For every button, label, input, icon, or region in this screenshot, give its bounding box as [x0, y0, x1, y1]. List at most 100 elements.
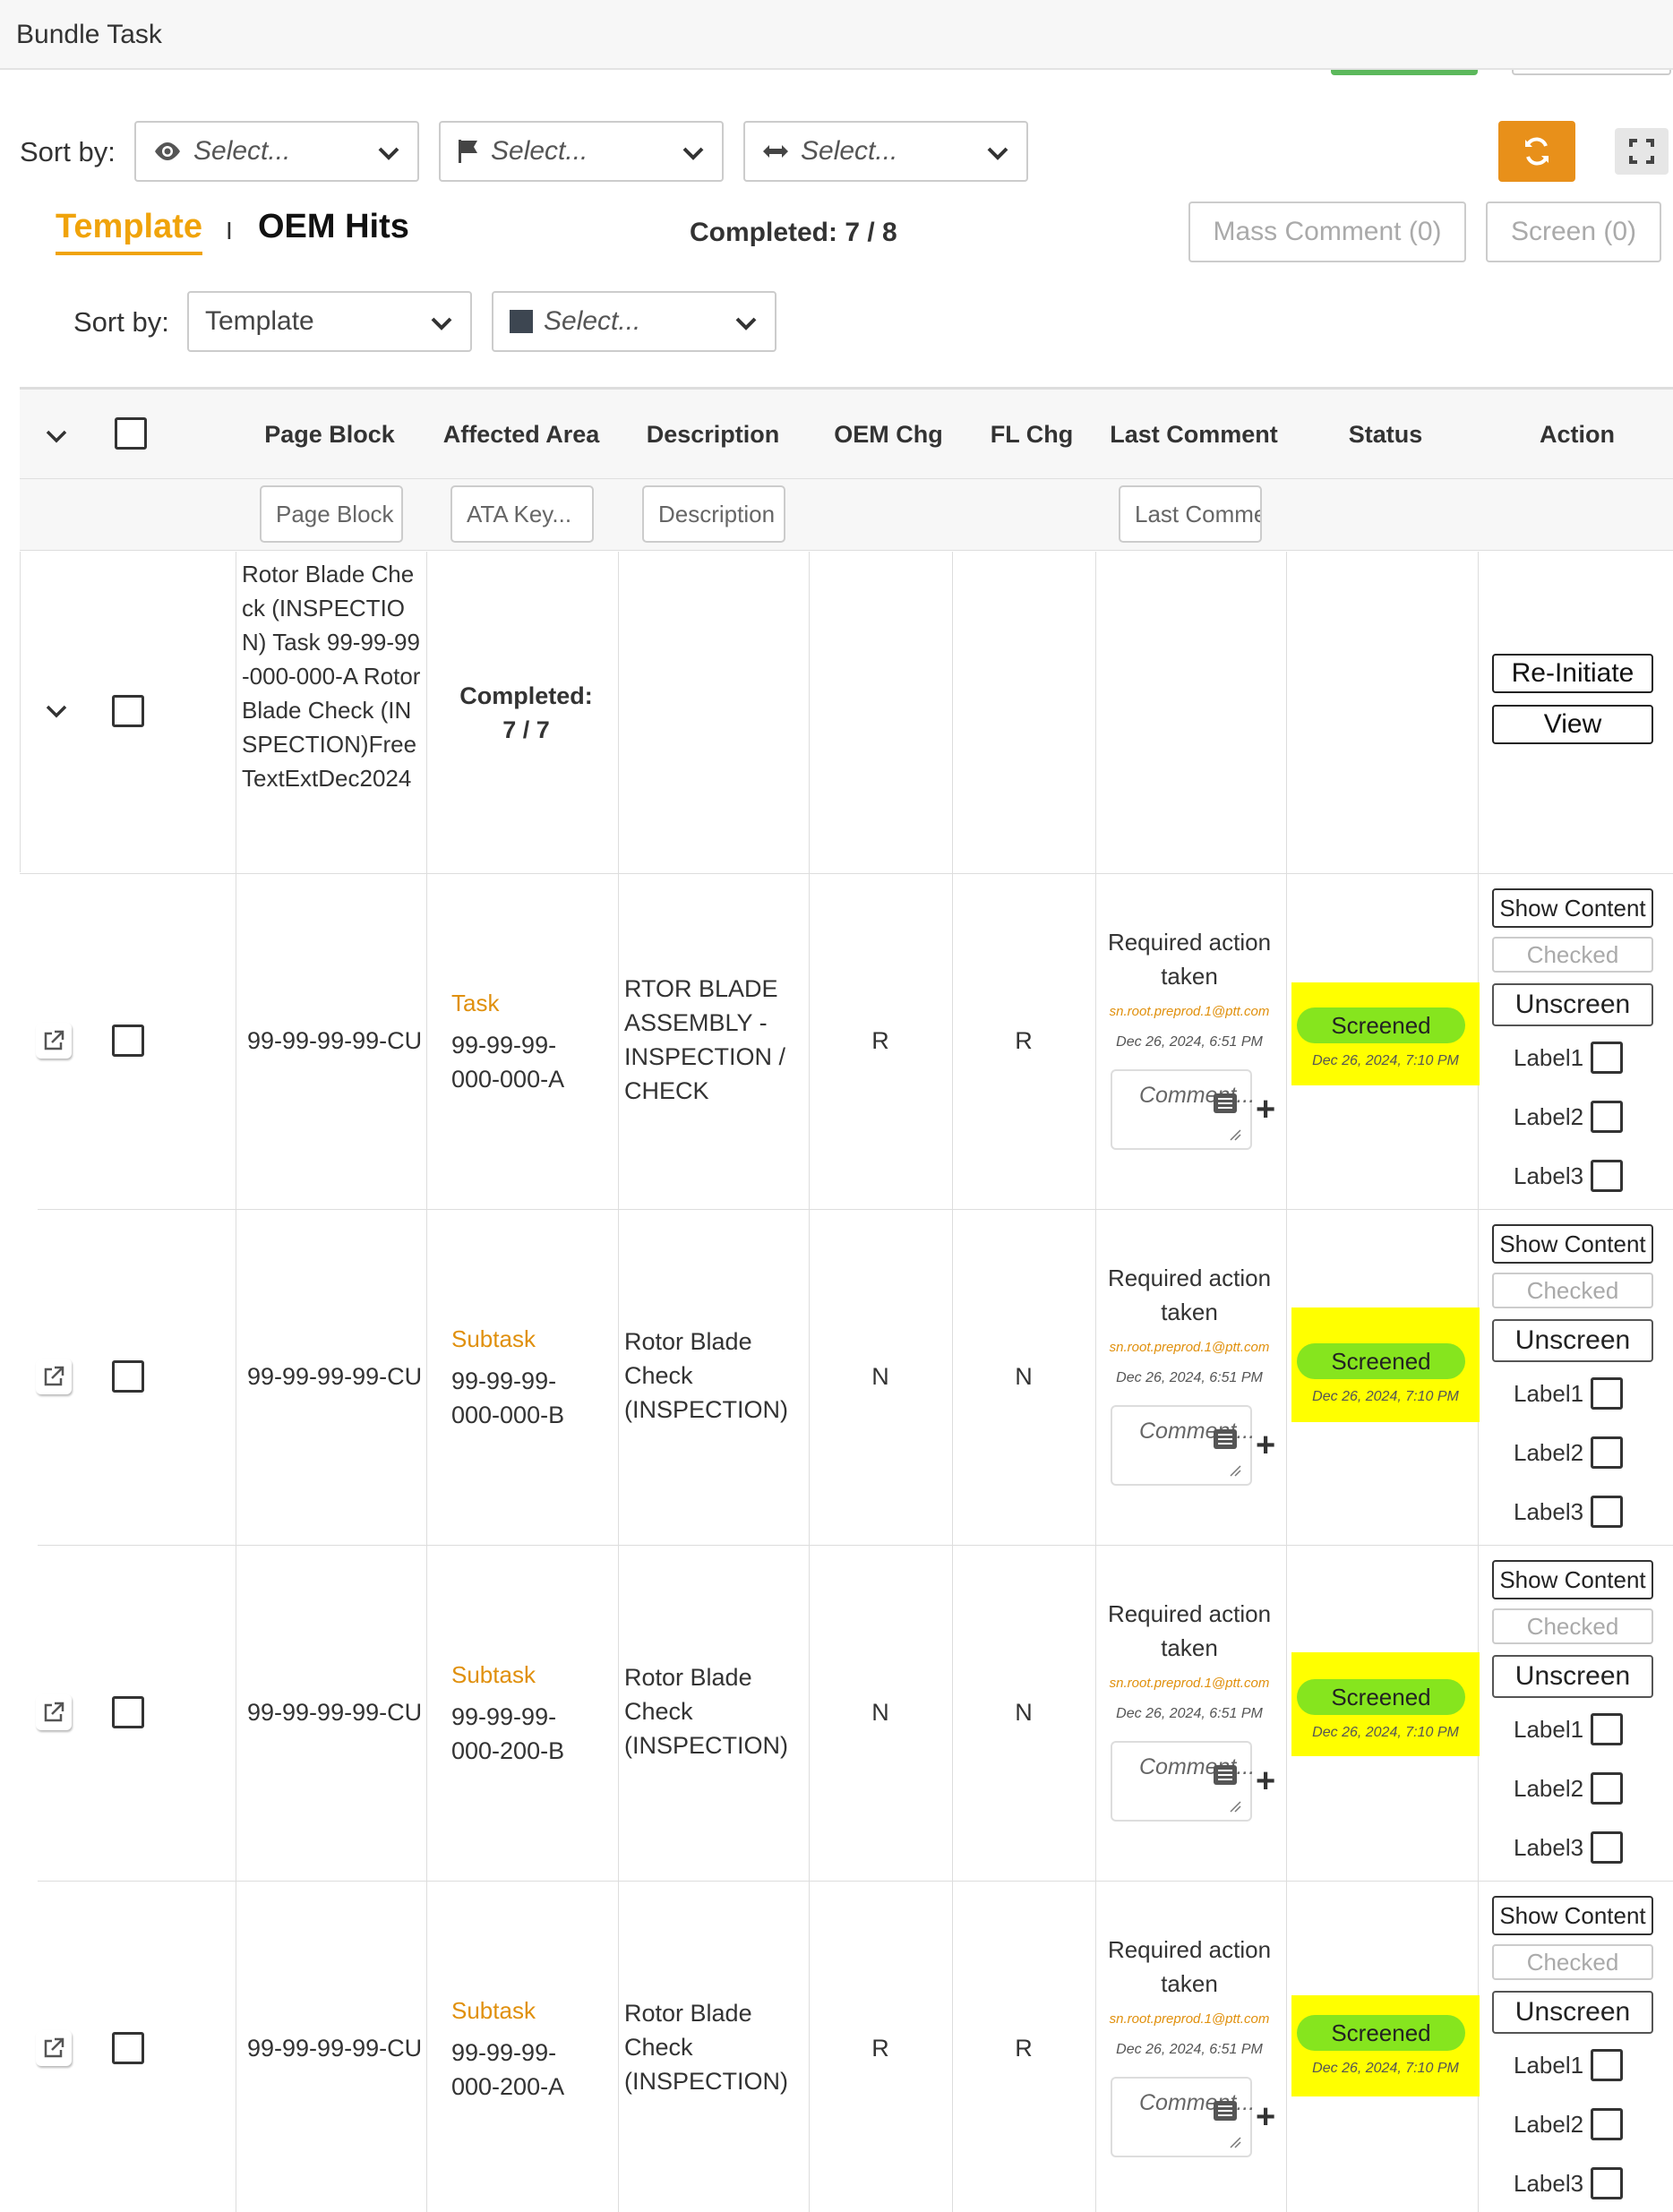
label3-checkbox[interactable]	[1591, 2167, 1623, 2199]
partial-outline-button[interactable]	[1512, 70, 1671, 75]
tab-template[interactable]: Template	[56, 208, 203, 255]
row-checkbox[interactable]	[112, 1696, 144, 1728]
open-external-icon[interactable]	[36, 2030, 72, 2066]
ata-key-filter[interactable]: ATA Key...	[450, 485, 594, 543]
unscreen-button[interactable]: Unscreen	[1492, 1319, 1653, 1362]
add-comment-icon[interactable]: +	[1256, 2098, 1275, 2137]
visibility-select[interactable]: Select...	[134, 121, 419, 182]
label1-checkbox[interactable]	[1591, 1377, 1623, 1410]
refresh-button[interactable]	[1498, 121, 1575, 182]
square-select-placeholder: Select...	[544, 306, 641, 336]
fullscreen-icon	[1629, 139, 1654, 164]
fl-chg-cell: N	[1015, 1699, 1033, 1726]
select-all-checkbox[interactable]	[115, 417, 147, 450]
square-icon	[510, 310, 533, 333]
fl-chg-cell: N	[1015, 1363, 1033, 1390]
description-cell: Rotor Blade Check (INSPECTION)	[624, 1328, 789, 1423]
label3-checkbox[interactable]	[1591, 1160, 1623, 1192]
label1-text: Label1	[1514, 1380, 1584, 1407]
chevron-down-icon	[987, 147, 1008, 160]
label1-checkbox[interactable]	[1591, 1713, 1623, 1745]
resize-grip-icon[interactable]	[1229, 1464, 1241, 1477]
label3-checkbox[interactable]	[1591, 1831, 1623, 1864]
checked-button[interactable]: Checked	[1492, 1608, 1653, 1644]
mass-comment-button[interactable]: Mass Comment (0)	[1188, 201, 1466, 262]
label2-checkbox[interactable]	[1591, 1436, 1623, 1469]
chevron-down-icon[interactable]	[43, 423, 70, 450]
header-last-comment[interactable]: Last Comment	[1098, 421, 1290, 449]
page-block-filter[interactable]: Page Block	[260, 485, 403, 543]
square-select[interactable]: Select...	[492, 291, 776, 352]
description-filter[interactable]: Description	[642, 485, 785, 543]
page-block-cell: 99-99-99-99-CU	[247, 1363, 423, 1390]
page-block-cell: 99-99-99-99-CU	[247, 1027, 423, 1054]
task-type-label: Task	[451, 990, 500, 1016]
add-comment-icon[interactable]: +	[1256, 1091, 1275, 1129]
unscreen-button[interactable]: Unscreen	[1492, 1991, 1653, 2034]
label2-checkbox[interactable]	[1591, 2108, 1623, 2140]
label1-checkbox[interactable]	[1591, 2049, 1623, 2081]
resize-grip-icon[interactable]	[1229, 1128, 1241, 1141]
row-checkbox[interactable]	[112, 2032, 144, 2064]
unscreen-button[interactable]: Unscreen	[1492, 1655, 1653, 1698]
chevron-down-icon[interactable]	[43, 698, 70, 724]
status-date: Dec 26, 2024, 7:10 PM	[1312, 1725, 1459, 1740]
fullscreen-button[interactable]	[1615, 128, 1669, 175]
parent-completed: Completed: 7 / 7	[439, 679, 613, 747]
resize-grip-icon[interactable]	[1229, 2136, 1241, 2148]
checked-button[interactable]: Checked	[1492, 1944, 1653, 1980]
header-status[interactable]: Status	[1290, 421, 1481, 449]
label1-checkbox[interactable]	[1591, 1042, 1623, 1074]
sort-by-label: Sort by:	[20, 136, 116, 167]
checked-button[interactable]: Checked	[1492, 1273, 1653, 1308]
comment-date: Dec 26, 2024, 6:51 PM	[1116, 1034, 1263, 1050]
show-content-button[interactable]: Show Content	[1492, 888, 1653, 928]
comment-date: Dec 26, 2024, 6:51 PM	[1116, 2042, 1263, 2057]
flag-select[interactable]: Select...	[439, 121, 724, 182]
direction-select[interactable]: Select...	[743, 121, 1028, 182]
open-external-icon[interactable]	[36, 1023, 72, 1059]
flag-icon	[459, 140, 477, 163]
label2-checkbox[interactable]	[1591, 1772, 1623, 1805]
last-comment-filter[interactable]: Last Comment	[1119, 485, 1262, 543]
resize-grip-icon[interactable]	[1229, 1800, 1241, 1813]
header-description[interactable]: Description	[625, 421, 801, 449]
row-checkbox[interactable]	[112, 1360, 144, 1393]
row-divider	[38, 1209, 1673, 1210]
open-external-icon[interactable]	[36, 1694, 72, 1730]
header-affected-area[interactable]: Affected Area	[433, 421, 609, 449]
screen-button[interactable]: Screen (0)	[1486, 201, 1661, 262]
unscreen-button[interactable]: Unscreen	[1492, 983, 1653, 1026]
view-button[interactable]: View	[1492, 705, 1653, 744]
partial-green-button[interactable]	[1331, 70, 1478, 75]
chevron-down-icon	[735, 317, 757, 330]
label3-checkbox[interactable]	[1591, 1496, 1623, 1528]
label2-checkbox[interactable]	[1591, 1101, 1623, 1133]
show-content-button[interactable]: Show Content	[1492, 1224, 1653, 1264]
last-comment-text: Required action taken	[1107, 1936, 1272, 1997]
oem-chg-cell: N	[871, 1699, 889, 1726]
header-fl-chg[interactable]: FL Chg	[960, 421, 1103, 449]
parent-completed-value: 7 / 7	[502, 716, 550, 743]
header-page-block[interactable]: Page Block	[242, 421, 417, 449]
add-comment-icon[interactable]: +	[1256, 1762, 1275, 1801]
row-divider	[20, 873, 1673, 874]
open-external-icon[interactable]	[36, 1359, 72, 1394]
show-content-button[interactable]: Show Content	[1492, 1560, 1653, 1599]
comment-input[interactable]: Comment...	[1111, 2077, 1255, 2157]
list-icon	[1214, 1429, 1237, 1449]
template-sort-select[interactable]: Template	[187, 291, 472, 352]
parent-row-checkbox[interactable]	[112, 695, 144, 727]
add-comment-icon[interactable]: +	[1256, 1427, 1275, 1465]
reinitiate-button[interactable]: Re-Initiate	[1492, 654, 1653, 693]
tab-oem-hits[interactable]: OEM Hits	[258, 208, 409, 246]
header-oem-chg[interactable]: OEM Chg	[817, 421, 960, 449]
comment-input[interactable]: Comment...	[1111, 1405, 1255, 1486]
show-content-button[interactable]: Show Content	[1492, 1896, 1653, 1935]
checked-button[interactable]: Checked	[1492, 937, 1653, 973]
comment-input[interactable]: Comment...	[1111, 1741, 1255, 1822]
label1-text: Label1	[1514, 1044, 1584, 1071]
comment-input[interactable]: Comment...	[1111, 1069, 1255, 1150]
direction-select-placeholder: Select...	[801, 136, 898, 166]
row-checkbox[interactable]	[112, 1025, 144, 1057]
